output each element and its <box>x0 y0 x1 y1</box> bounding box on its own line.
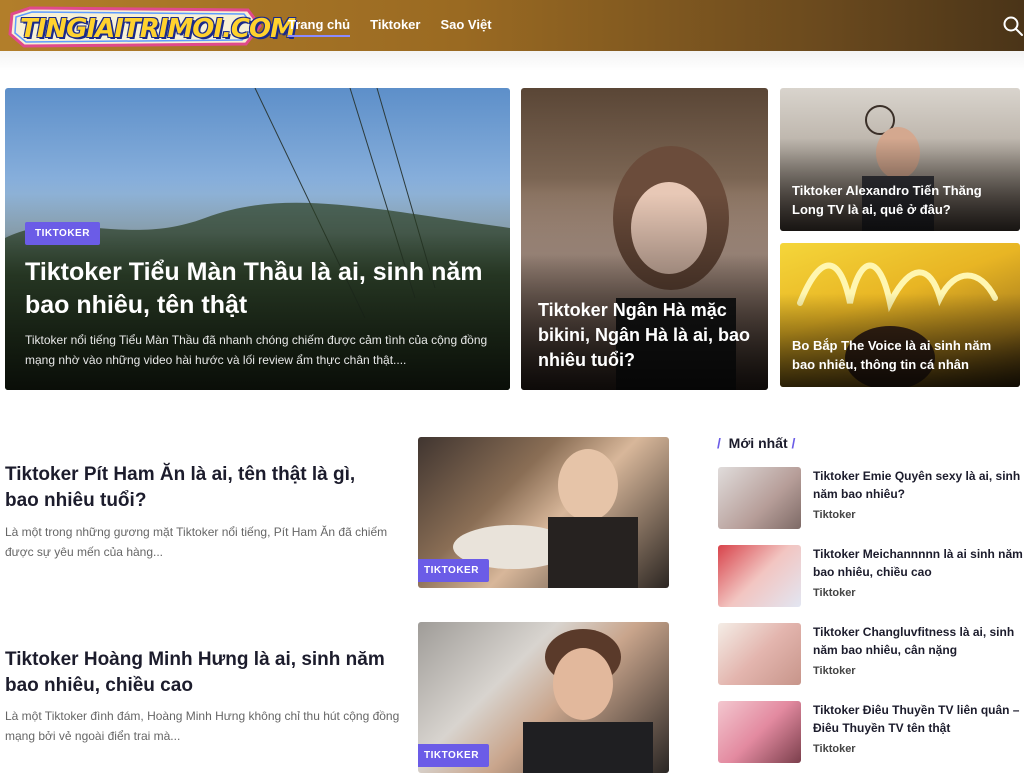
featured-third-title[interactable]: Tiktoker Alexandro Tiến Thăng Long TV là… <box>792 181 1014 219</box>
article-excerpt: Là một Tiktoker đình đám, Hoàng Minh Hưn… <box>5 709 400 743</box>
sidebar-item[interactable]: Tiktoker Emie Quyên sexy là ai, sinh năm… <box>718 467 1024 529</box>
sidebar-thumbnail[interactable] <box>718 701 801 763</box>
sidebar-item[interactable]: Tiktoker Meichannnnn là ai sinh năm bao … <box>718 545 1024 607</box>
category-badge[interactable]: TIKTOKER <box>25 222 100 245</box>
featured-main-title[interactable]: Tiktoker Tiểu Màn Thầu là ai, sinh năm b… <box>25 256 495 322</box>
site-logo[interactable]: TINGIAITRIMOI.COM <box>8 6 296 48</box>
category-badge[interactable]: TIKTOKER <box>418 559 489 582</box>
sidebar-item-title[interactable]: Tiktoker Emie Quyên sexy là ai, sinh năm… <box>813 467 1024 503</box>
sidebar-item-category[interactable]: Tiktoker <box>813 587 856 599</box>
featured-main-excerpt: Tiktoker nổi tiếng Tiểu Màn Thầu đã nhan… <box>25 333 488 367</box>
sidebar-item-title[interactable]: Tiktoker Meichannnnn là ai sinh năm bao … <box>813 545 1024 581</box>
article-thumbnail[interactable]: TIKTOKER <box>418 622 669 773</box>
featured-third-card[interactable]: Tiktoker Alexandro Tiến Thăng Long TV là… <box>780 88 1020 231</box>
featured-fourth-title[interactable]: Bo Bắp The Voice là ai sinh năm bao nhiê… <box>792 336 1014 374</box>
sidebar-heading-label: Mới nhất <box>728 435 788 451</box>
featured-fourth-card[interactable]: Bo Bắp The Voice là ai sinh năm bao nhiê… <box>780 243 1020 387</box>
sidebar-item-category[interactable]: Tiktoker <box>813 665 856 677</box>
sidebar-item-title[interactable]: Tiktoker Changluvfitness là ai, sinh năm… <box>813 623 1024 659</box>
sidebar-item-category[interactable]: Tiktoker <box>813 509 856 521</box>
search-icon[interactable] <box>1003 16 1023 36</box>
nav-item-tiktoker[interactable]: Tiktoker <box>370 17 420 37</box>
sidebar-item-title[interactable]: Tiktoker Điêu Thuyền TV liên quân – Điêu… <box>813 701 1024 737</box>
main-nav: Trang chủ Tiktoker Sao Việt <box>288 17 492 37</box>
article-thumbnail[interactable]: TIKTOKER <box>418 437 669 588</box>
article-excerpt: Là một trong những gương mặt Tiktoker nổ… <box>5 525 388 559</box>
sidebar-item[interactable]: Tiktoker Điêu Thuyền TV liên quân – Điêu… <box>718 701 1024 763</box>
article-title[interactable]: Tiktoker Hoàng Minh Hưng là ai, sinh năm… <box>5 647 395 699</box>
logo-text: TINGIAITRIMOI.COM <box>20 14 296 44</box>
sidebar-item-category[interactable]: Tiktoker <box>813 743 856 755</box>
nav-item-sao-viet[interactable]: Sao Việt <box>440 17 491 37</box>
sidebar-thumbnail[interactable] <box>718 545 801 607</box>
article-title[interactable]: Tiktoker Pít Ham Ăn là ai, tên thật là g… <box>5 462 390 514</box>
featured-second-card[interactable]: Tiktoker Ngân Hà mặc bikini, Ngân Hà là … <box>521 88 768 390</box>
site-header: TINGIAITRIMOI.COM Trang chủ Tiktoker Sao… <box>0 0 1024 51</box>
nav-item-trang-chu[interactable]: Trang chủ <box>288 17 351 37</box>
category-badge[interactable]: TIKTOKER <box>418 744 489 767</box>
featured-main-card[interactable]: TIKTOKER Tiktoker Tiểu Màn Thầu là ai, s… <box>5 88 510 390</box>
header-shadow <box>0 51 1024 71</box>
featured-second-title[interactable]: Tiktoker Ngân Hà mặc bikini, Ngân Hà là … <box>538 298 758 373</box>
sidebar-heading: / Mới nhất / <box>717 435 796 451</box>
sidebar-item[interactable]: Tiktoker Changluvfitness là ai, sinh năm… <box>718 623 1024 685</box>
sidebar-thumbnail[interactable] <box>718 623 801 685</box>
sidebar-thumbnail[interactable] <box>718 467 801 529</box>
